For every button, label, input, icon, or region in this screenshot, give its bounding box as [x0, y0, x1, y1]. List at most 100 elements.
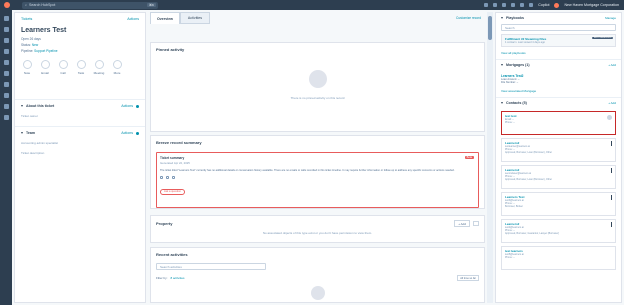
search-activities-input[interactable]: Search activities: [156, 263, 266, 270]
thumbs-up-icon[interactable]: [160, 176, 163, 180]
meeting-button[interactable]: Meeting: [93, 60, 105, 75]
contact-card[interactable]: Learners2 testlearner@learners.ai Phone:…: [501, 138, 616, 162]
automation-icon[interactable]: [3, 82, 9, 87]
library-icon[interactable]: [3, 115, 9, 120]
more-options-icon[interactable]: [611, 168, 612, 173]
copilot-button[interactable]: Copilot: [538, 3, 549, 7]
marketplace-icon[interactable]: [502, 3, 507, 7]
contacts-add-link[interactable]: + Add: [608, 101, 616, 105]
tab-overview[interactable]: Overview: [150, 12, 180, 24]
chevron-down-icon: [501, 102, 503, 104]
activities-illustration-icon: [310, 286, 325, 300]
view-all-playbooks-link[interactable]: View all playbooks: [496, 50, 621, 59]
record-right-sidebar: Playbooks Manage Search Fulfillment #2 S…: [495, 12, 622, 303]
time-range-dropdown[interactable]: All time so far: [457, 275, 479, 281]
about-actions-menu[interactable]: Actions: [121, 104, 133, 108]
view-associated-mortgage-link[interactable]: View associated Mortgage: [496, 88, 621, 97]
copy-icon[interactable]: [172, 176, 175, 180]
mortgages-add-link[interactable]: + Add: [608, 63, 616, 67]
chevron-down-icon: [21, 105, 23, 107]
service-icon[interactable]: [3, 60, 9, 65]
property-settings-icon[interactable]: [473, 221, 479, 226]
filter-activities-dropdown[interactable]: 8 activities: [171, 276, 185, 280]
call-button[interactable]: Call: [57, 60, 69, 75]
playbooks-header[interactable]: Playbooks Manage: [496, 13, 621, 23]
marketing-icon[interactable]: [3, 38, 9, 43]
contact-card[interactable]: test learners test5@learners.ai Phone: -…: [501, 246, 616, 270]
email-button[interactable]: Email: [39, 60, 51, 75]
recent-activities-title: Recent activities: [156, 252, 188, 257]
upgrade-icon[interactable]: [484, 3, 489, 7]
data-icon[interactable]: [3, 104, 9, 109]
record-center-column: Overview Activities Customize record Pin…: [150, 12, 485, 303]
property-add-button[interactable]: + Add: [454, 220, 470, 227]
pinned-activity-card: Pinned activity There is no pinned activ…: [150, 42, 485, 132]
team-actions-menu[interactable]: Actions: [121, 131, 133, 135]
meeting-icon: [94, 60, 104, 69]
settings-icon[interactable]: [520, 3, 525, 7]
contacts-header[interactable]: Contacts (5) + Add: [496, 98, 621, 108]
playbooks-manage-link[interactable]: Manage: [605, 16, 616, 20]
tab-activities[interactable]: Activities: [180, 12, 210, 24]
playbook-subtitle: 1 contact • Last viewed 4 days ago: [505, 41, 545, 44]
contact-roles: Approved, Borrower, Guarantor, Lawyer (B…: [505, 232, 560, 235]
center-scrollbar[interactable]: [487, 12, 493, 303]
record-tabs: Overview Activities Customize record: [150, 12, 485, 24]
about-section-body: Ticket owner: [21, 114, 38, 118]
sales-icon[interactable]: [3, 49, 9, 54]
team-section-header[interactable]: Team Actions: [15, 126, 145, 139]
more-button[interactable]: More: [111, 60, 123, 75]
help-icon[interactable]: [511, 3, 516, 7]
chevron-down-icon: [501, 17, 503, 19]
more-options-icon[interactable]: [611, 141, 612, 146]
content-icon[interactable]: [3, 71, 9, 76]
pinned-activity-title: Pinned activity: [156, 47, 185, 52]
note-button[interactable]: Note: [21, 60, 33, 75]
recent-activities-card: Recent activities Search activities Filt…: [150, 247, 485, 303]
thumbs-down-icon[interactable]: [166, 176, 169, 180]
task-button[interactable]: Task: [75, 60, 87, 75]
beta-badge: Beta: [464, 156, 474, 159]
more-options-icon[interactable]: [611, 195, 612, 200]
email-label: Email: [41, 71, 49, 75]
more-label: More: [113, 71, 121, 75]
back-to-tickets-link[interactable]: Tickets: [21, 17, 32, 21]
reporting-icon[interactable]: [3, 93, 9, 98]
hubspot-logo-icon[interactable]: [4, 2, 10, 8]
gear-icon[interactable]: [136, 131, 139, 135]
contact-card[interactable]: Learners2 test4@learners.ai Phone: -- Ap…: [501, 219, 616, 243]
ticket-summary-box: Ticket summary Generated Apr 22, 2025 Be…: [156, 152, 479, 208]
phone-icon[interactable]: [493, 3, 498, 7]
user-avatar[interactable]: [554, 2, 560, 8]
meeting-label: Meeting: [93, 71, 105, 75]
account-name[interactable]: New Haven Mortgage Corporation: [564, 3, 619, 7]
pipeline-label: Pipeline:: [21, 49, 34, 53]
mortgages-header[interactable]: Mortgages (1) + Add: [496, 60, 621, 70]
call-icon: [58, 60, 68, 69]
contact-card[interactable]: Learners Test test3@learners.ai Phone: -…: [501, 192, 616, 216]
record-actions-menu[interactable]: Actions: [127, 17, 139, 21]
contact-phone: Phone: --: [505, 256, 515, 259]
ask-question-button[interactable]: Ask a question: [160, 188, 186, 195]
notifications-icon[interactable]: [529, 3, 534, 7]
team-section-title: Team: [26, 131, 36, 135]
property-empty-text: No associated objects of this type exist…: [262, 231, 373, 235]
pipeline-value[interactable]: Support Pipeline: [34, 49, 57, 53]
contact-card[interactable]: test test Email: -- Phone: --: [501, 111, 616, 135]
status-value[interactable]: New: [32, 43, 38, 47]
mortgages-title: Mortgages (1): [506, 63, 530, 67]
global-search-input[interactable]: ⌕ Search HubSpot ⌘K: [22, 1, 158, 9]
customize-record-link[interactable]: Customize record: [456, 12, 485, 24]
scrollbar-thumb[interactable]: [488, 16, 492, 40]
contact-card[interactable]: Learners2 seconduser@learners.ai Phone: …: [501, 165, 616, 189]
playbooks-title: Playbooks: [506, 16, 524, 20]
empty-state-illustration-icon: [308, 70, 327, 88]
gear-icon[interactable]: [136, 104, 139, 108]
bookmarks-icon[interactable]: [3, 16, 9, 21]
about-section-header[interactable]: About this ticket Actions: [15, 99, 145, 112]
record-name[interactable]: Learners Test: [15, 25, 145, 36]
contacts-icon[interactable]: [3, 27, 9, 32]
playbook-item[interactable]: Fulfillment #2 Steaming Files 1 contact …: [501, 34, 616, 47]
playbooks-search-input[interactable]: Search: [501, 24, 616, 31]
more-options-icon[interactable]: [611, 222, 612, 227]
